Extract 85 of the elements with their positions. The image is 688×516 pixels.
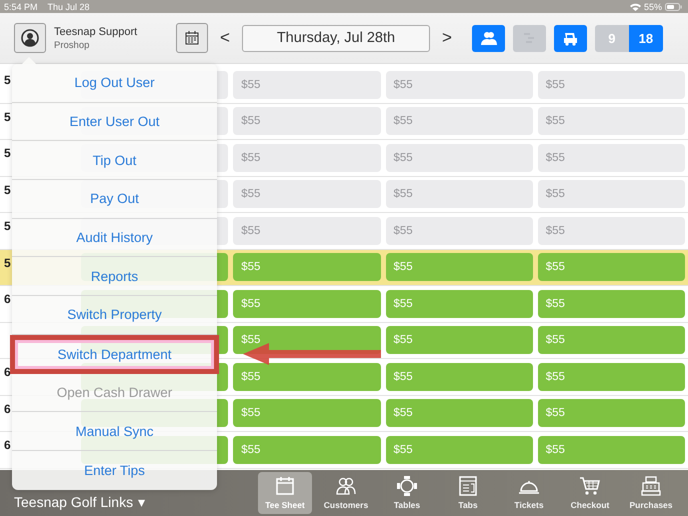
open-slot[interactable]: $55	[538, 107, 685, 136]
calendar-button[interactable]	[176, 23, 208, 53]
players-icon	[479, 29, 498, 47]
user-icon	[21, 29, 39, 47]
menu-item[interactable]: Pay Out	[12, 180, 217, 219]
nav-tab[interactable]: Customers	[319, 472, 373, 514]
tee-time-label: 5	[4, 256, 12, 270]
open-slot[interactable]: $55	[233, 180, 380, 208]
menu-item[interactable]: Enter User Out	[12, 102, 217, 142]
nav-tab[interactable]: Tee Sheet	[258, 472, 312, 514]
open-slot[interactable]: $55	[233, 70, 380, 99]
menu-item[interactable]: Switch Department	[10, 334, 219, 374]
calendar-icon	[185, 31, 199, 45]
split-toggle[interactable]	[512, 24, 546, 52]
menu-item[interactable]: Reports	[12, 257, 217, 296]
booked-slot[interactable]: $55	[233, 362, 380, 391]
booked-slot[interactable]: $55	[538, 290, 685, 318]
booked-slot[interactable]: $55	[386, 253, 533, 282]
booked-slot[interactable]: $55	[538, 326, 685, 354]
open-slot[interactable]: $55	[538, 216, 685, 245]
open-slot[interactable]: $55	[538, 180, 685, 208]
course-name: Teesnap Golf Links	[14, 494, 134, 510]
status-date: Thu Jul 28	[48, 2, 90, 12]
cart-toggle[interactable]	[554, 24, 587, 52]
nav-tab[interactable]: Checkout	[563, 472, 617, 514]
nav-tab[interactable]: Tickets	[502, 472, 556, 514]
booked-slot[interactable]: $55	[233, 436, 380, 464]
menu-item[interactable]: Manual Sync	[12, 412, 217, 451]
open-slot[interactable]: $55	[386, 180, 533, 208]
booked-slot[interactable]: $55	[233, 399, 380, 428]
holes-option[interactable]: 18	[628, 24, 663, 52]
menu-item[interactable]: Tip Out	[12, 141, 217, 180]
battery-percent: 55%	[644, 2, 662, 12]
booked-slot[interactable]: $55	[386, 290, 533, 318]
booked-slot[interactable]: $55	[538, 253, 685, 282]
user-role: Proshop	[54, 40, 90, 50]
open-slot[interactable]: $55	[233, 216, 380, 245]
tee-time-label: 6	[4, 292, 12, 306]
cash-register-icon	[640, 475, 662, 497]
open-slot[interactable]: $55	[538, 144, 685, 172]
date-field[interactable]: Thursday, Jul 28th	[242, 24, 430, 52]
booked-slot[interactable]: $55	[386, 399, 533, 428]
cart-icon	[579, 475, 601, 497]
previous-day-button[interactable]: <	[214, 28, 236, 48]
tee-time-label: 6	[4, 438, 12, 452]
open-slot[interactable]: $55	[233, 144, 380, 172]
booked-slot[interactable]: $55	[538, 399, 685, 428]
tee-time-label: 5	[4, 146, 12, 160]
booked-slot[interactable]: $55	[386, 362, 533, 391]
booked-slot[interactable]: $55	[233, 290, 380, 318]
tee-time-label: 5	[4, 73, 12, 87]
menu-item[interactable]: Log Out User	[12, 64, 217, 103]
caret-icon[interactable]: ▾	[138, 494, 146, 510]
menu-item[interactable]: Enter Tips	[12, 450, 217, 490]
user-button[interactable]	[14, 23, 46, 53]
document-icon	[457, 475, 479, 497]
next-day-button[interactable]: >	[436, 28, 458, 48]
open-slot[interactable]: $55	[386, 216, 533, 245]
tee-time-label: 5	[4, 182, 12, 196]
nav-tab[interactable]: Purchases	[624, 472, 678, 514]
open-slot[interactable]: $55	[386, 70, 533, 99]
menu-item[interactable]: Switch Property	[12, 296, 217, 335]
calendar-icon	[274, 475, 296, 497]
tee-time-label: 5	[4, 219, 12, 233]
open-slot[interactable]: $55	[386, 107, 533, 136]
battery-icon	[665, 2, 682, 10]
nav-tab[interactable]: Tables	[380, 472, 434, 514]
open-slot[interactable]: $55	[233, 107, 380, 136]
booked-slot[interactable]: $55	[538, 436, 685, 464]
booked-slot[interactable]: $55	[233, 253, 380, 282]
tee-time-label: 6	[4, 402, 12, 416]
booked-slot[interactable]: $55	[386, 326, 533, 354]
user-name: Teesnap Support	[54, 26, 138, 38]
wifi-icon	[630, 2, 641, 10]
open-slot[interactable]: $55	[538, 70, 685, 99]
status-time: 5:54 PM	[4, 2, 38, 12]
players-toggle[interactable]	[472, 24, 505, 52]
nav-tab[interactable]: Tabs	[441, 472, 495, 514]
tee-time-label: 6	[4, 365, 12, 379]
booked-slot[interactable]: $55	[538, 362, 685, 391]
open-slot[interactable]: $55	[386, 144, 533, 172]
menu-item[interactable]: Audit History	[12, 218, 217, 258]
table-icon	[396, 475, 418, 497]
people-icon	[335, 475, 357, 497]
booked-slot[interactable]: $55	[386, 436, 533, 464]
